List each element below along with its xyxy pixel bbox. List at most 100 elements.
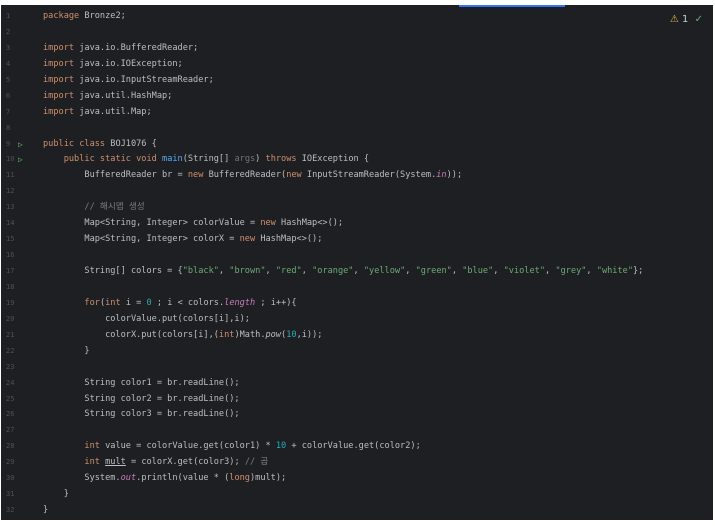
code-token: public static void <box>63 154 163 165</box>
code-token: "white" <box>596 266 633 276</box>
code-line[interactable]: import java.io.BufferedReader; <box>43 41 643 57</box>
line-number-text: 16 <box>6 251 15 260</box>
line-number: 30 <box>1 471 39 487</box>
line-number: 26 <box>1 407 39 423</box>
code-token: out <box>120 473 137 484</box>
line-number-text: 2 <box>6 27 11 36</box>
line-number-text: 1 <box>6 12 11 20</box>
code-token: 10 <box>275 441 287 452</box>
code-line[interactable]: public class BOJ1076 { <box>43 137 643 153</box>
code-token: } <box>43 345 90 356</box>
code-line[interactable]: colorValue.put(colors[i],i); <box>43 312 643 328</box>
line-number-text: 11 <box>6 171 15 180</box>
code-token: IOException { <box>301 154 370 165</box>
code-token: , <box>353 266 364 276</box>
code-token: , <box>218 266 230 276</box>
code-token: , <box>586 266 597 276</box>
code-token: import <box>43 106 80 117</box>
code-line[interactable] <box>43 248 643 264</box>
code-line[interactable]: package Bronze2; <box>43 9 643 25</box>
code-token: .println(value * ( <box>136 473 230 484</box>
code-line[interactable] <box>43 280 643 296</box>
line-number-text: 31 <box>6 490 15 499</box>
code-token: Map<String, Integer> colorX = <box>43 234 240 245</box>
code-token: java.io.InputStreamReader; <box>79 74 214 85</box>
code-token: )); <box>446 170 463 181</box>
code-line[interactable]: colorX.put(colors[i],(int)Math.pow(10,i)… <box>43 328 643 344</box>
code-token: int <box>105 297 126 308</box>
code-token: new <box>286 170 307 181</box>
line-number: 20 <box>1 312 39 328</box>
code-line[interactable]: } <box>43 487 643 503</box>
line-number: 17 <box>1 264 39 280</box>
code-area[interactable]: package Bronze2; import java.io.BufferedR… <box>43 9 643 519</box>
code-token: pow <box>265 329 282 340</box>
line-number-text: 20 <box>6 314 15 323</box>
code-token: 10 <box>286 329 297 340</box>
code-line[interactable]: } <box>43 344 643 360</box>
code-token: HashMap<>(); <box>281 218 344 229</box>
code-token: int <box>218 329 235 340</box>
code-line[interactable]: // 해시맵 생성 <box>43 200 643 216</box>
line-number: 16 <box>1 248 39 264</box>
code-line[interactable]: } <box>43 503 643 519</box>
line-number-text: 3 <box>6 43 11 52</box>
line-number: 9 ▷ <box>1 137 39 153</box>
code-token: HashMap<>(); <box>260 234 323 245</box>
line-number: 14 <box>1 216 39 232</box>
line-number-text: 24 <box>6 378 15 387</box>
code-line[interactable]: int value = colorValue.get(color1) * 10 … <box>43 439 643 455</box>
code-token: i = <box>125 297 147 308</box>
code-token: BufferedReader( <box>208 170 287 181</box>
line-number: 10 ▷ <box>1 152 39 168</box>
code-line[interactable] <box>43 184 643 200</box>
line-number: 24 <box>1 376 39 392</box>
run-gutter-icon[interactable]: ▷ <box>18 152 23 168</box>
code-token: )Math. <box>234 329 266 340</box>
line-number: 11 <box>1 168 39 184</box>
code-line[interactable]: import java.util.HashMap; <box>43 89 643 105</box>
code-line[interactable]: String[] colors = {"black", "brown", "re… <box>43 264 643 280</box>
line-number: 28 <box>1 439 39 455</box>
code-token: , <box>301 266 313 276</box>
code-token: "black" <box>182 266 219 276</box>
line-number-text: 28 <box>6 442 15 451</box>
line-number-text: 27 <box>6 426 15 435</box>
code-token: java.io.BufferedReader; <box>79 42 199 53</box>
code-line[interactable] <box>43 360 643 376</box>
code-line[interactable]: String color3 = br.readLine(); <box>43 407 643 423</box>
code-token: )mult); <box>249 473 287 484</box>
code-editor[interactable]: ⚠ 1 ✓ 1 2 3 4 5 6 7 8 9 ▷ 10 ▷ 11 12 13 14 15 16 17 18 19 20 2… <box>1 5 713 520</box>
code-token: "red" <box>275 266 302 276</box>
line-number-text: 23 <box>6 362 15 371</box>
line-number: 32 <box>1 503 39 519</box>
code-token: java.util.HashMap; <box>79 90 173 101</box>
code-line[interactable]: Map<String, Integer> colorValue = new Ha… <box>43 216 643 232</box>
code-line[interactable]: BufferedReader br = new BufferedReader(n… <box>43 168 643 184</box>
code-line[interactable]: import java.io.IOException; <box>43 57 643 73</box>
code-token: colorX.put(colors[i],( <box>43 329 219 340</box>
line-number-text: 9 <box>6 139 11 148</box>
code-line[interactable]: String color2 = br.readLine(); <box>43 392 643 408</box>
code-line[interactable] <box>43 121 643 137</box>
code-line[interactable]: for(int i = 0 ; i < colors.length ; i++)… <box>43 296 643 312</box>
code-line[interactable]: int mult = colorX.get(color3); // 곱 <box>43 455 643 471</box>
code-line[interactable]: Map<String, Integer> colorX = new HashMa… <box>43 232 643 248</box>
code-line[interactable]: public static void main(String[] args) t… <box>43 152 643 168</box>
line-number-text: 8 <box>6 123 11 132</box>
line-number-text: 22 <box>6 346 15 355</box>
code-token: length <box>224 297 256 308</box>
code-line[interactable] <box>43 423 643 439</box>
code-line[interactable]: System.out.println(value * (long)mult); <box>43 471 643 487</box>
code-token: InputStreamReader(System. <box>306 170 437 181</box>
code-line[interactable]: import java.util.Map; <box>43 105 643 121</box>
code-token: value = colorValue.get(color1) * <box>105 441 276 452</box>
code-line[interactable]: String color1 = br.readLine(); <box>43 376 643 392</box>
code-line[interactable] <box>43 25 643 41</box>
run-gutter-icon[interactable]: ▷ <box>18 137 23 153</box>
line-number-text: 30 <box>6 474 15 483</box>
code-line[interactable]: import java.io.InputStreamReader; <box>43 73 643 89</box>
inspection-status[interactable]: ⚠ 1 ✓ <box>670 14 703 25</box>
code-token: , <box>451 266 463 276</box>
